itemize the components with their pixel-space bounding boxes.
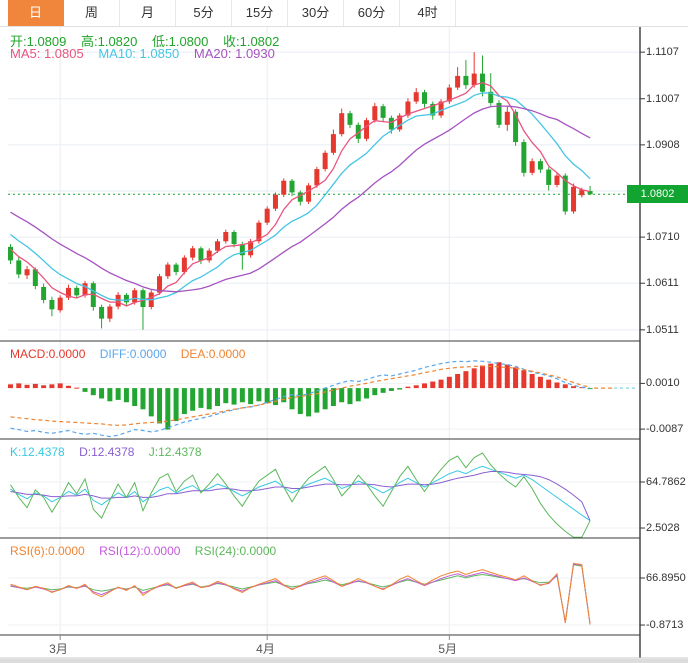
j-line <box>10 452 591 538</box>
legend-rsi6-value: RSI(6):0.0000 <box>10 544 85 558</box>
tab-5min[interactable]: 5分 <box>176 0 232 26</box>
x-axis-label-april: 4月 <box>256 642 275 656</box>
rsi-legend: RSI(6):0.0000 RSI(12):0.0000 RSI(24):0.0… <box>10 544 287 558</box>
tab-60min[interactable]: 60分 <box>344 0 400 26</box>
rsi6-line <box>10 562 591 625</box>
tab-30min[interactable]: 30分 <box>288 0 344 26</box>
legend-rsi12-value: RSI(12):0.0000 <box>99 544 181 558</box>
y-axis-label: 0.0010 <box>646 377 680 390</box>
tab-week[interactable]: 周 <box>64 0 120 26</box>
rsi12-line <box>10 563 591 625</box>
chart-canvas[interactable] <box>0 0 688 663</box>
legend-dea-value: DEA:0.0000 <box>180 347 246 361</box>
legend-rsi24-value: RSI(24):0.0000 <box>194 544 277 558</box>
y-axis-label: 2.5028 <box>646 522 680 535</box>
tab-day[interactable]: 日 <box>8 0 64 26</box>
legend-j-value: J:12.4378 <box>148 445 202 459</box>
y-axis-label: 1.0611 <box>646 277 679 290</box>
tab-15min[interactable]: 15分 <box>232 0 288 26</box>
legend-k-value: K:12.4378 <box>10 445 65 459</box>
y-axis-label: 1.0908 <box>646 138 680 151</box>
legend-ma10: MA10: 1.0850 <box>98 46 180 61</box>
tab-4hour[interactable]: 4时 <box>400 0 456 26</box>
tab-month[interactable]: 月 <box>120 0 176 26</box>
legend-ma5: MA5: 1.0805 <box>10 46 84 61</box>
legend-ma20: MA20: 1.0930 <box>193 46 275 61</box>
legend-diff-value: DIFF:0.0000 <box>99 347 167 361</box>
chart-app: 日 周 月 5分 15分 30分 60分 4时 开:1.0809 高:1.082… <box>0 0 688 663</box>
timeframe-tabbar: 日 周 月 5分 15分 30分 60分 4时 <box>0 0 688 27</box>
y-axis-label: 1.0710 <box>646 231 680 244</box>
y-axis-label: 1.1107 <box>646 46 679 59</box>
y-axis-label: 66.8950 <box>646 571 686 584</box>
k-line <box>10 465 591 522</box>
kdj-legend: K:12.4378 D:12.4378 J:12.4378 <box>10 445 213 459</box>
bottom-gray-strip <box>0 659 688 663</box>
macd-legend: MACD:0.0000 DIFF:0.0000 DEA:0.0000 <box>10 347 256 361</box>
legend-d-value: D:12.4378 <box>79 445 135 459</box>
current-price-badge: 1.0802 <box>627 185 688 204</box>
y-axis-label: 64.7862 <box>646 476 686 488</box>
x-axis-label-may: 5月 <box>438 642 458 656</box>
y-axis-label: 1.0511 <box>646 323 679 336</box>
y-axis-label: 1.1007 <box>646 92 680 105</box>
y-axis-label: -0.8713 <box>646 619 684 632</box>
legend-macd-value: MACD:0.0000 <box>10 347 86 361</box>
y-axis-label: -0.0087 <box>646 423 684 436</box>
x-axis-label-march: 3月 <box>49 642 68 656</box>
ma-legend: MA5: 1.0805 MA10: 1.0850 MA20: 1.0930 <box>10 46 286 61</box>
